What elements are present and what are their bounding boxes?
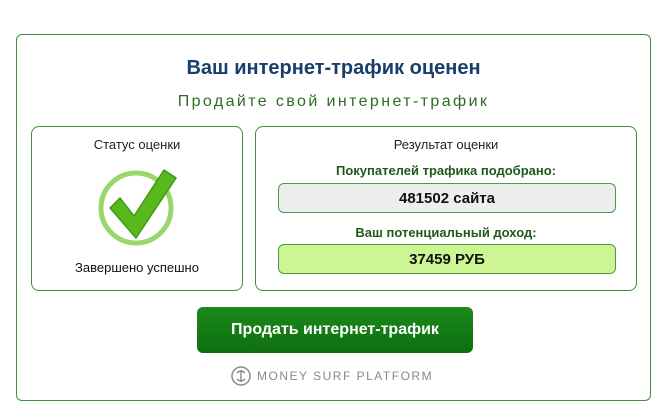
evaluation-card: Ваш интернет-трафик оценен Продайте свой… [16,34,651,401]
money-surf-logo-icon [231,366,251,386]
check-circle-icon [96,164,180,248]
brand-name: MONEY SURF PLATFORM [257,369,434,383]
income-label: Ваш потенциальный доход: [355,225,537,240]
page-subtitle: Продайте свой интернет-трафик [177,93,490,110]
income-value-field: 37459 РУБ [278,244,616,274]
buyers-value-field: 481502 сайта [278,183,616,213]
status-panel: Статус оценки Завершено успешно [31,126,243,291]
status-text: Завершено успешно [75,260,199,275]
page-title: Ваш интернет-трафик оценен [186,57,481,79]
buyers-label: Покупателей трафика подобрано: [335,163,556,178]
status-heading: Статус оценки [93,137,181,152]
result-panel: Результат оценки Покупателей трафика под… [255,126,637,291]
brand-footer: MONEY SURF PLATFORM [231,366,433,386]
result-heading: Результат оценки [393,137,499,152]
sell-traffic-button[interactable]: Продать интернет-трафик [197,307,473,353]
